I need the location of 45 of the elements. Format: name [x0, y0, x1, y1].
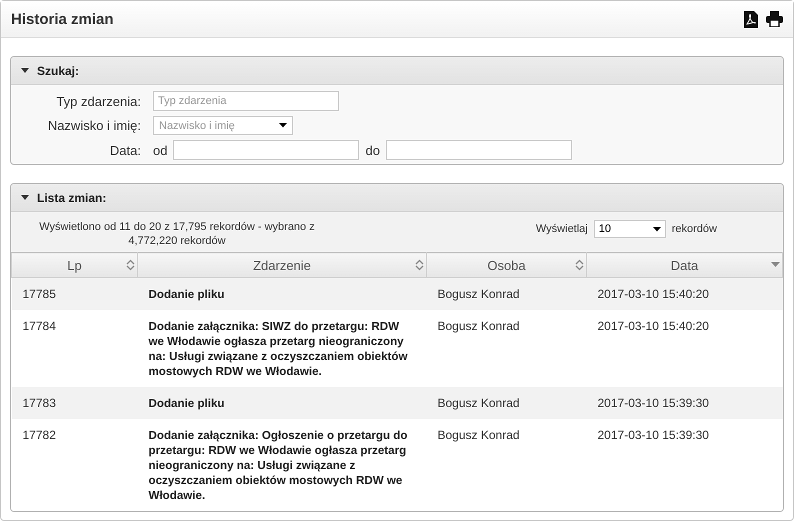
table-cell: 2017-03-10 15:39:30 — [586, 387, 782, 419]
date-from-field[interactable] — [173, 140, 360, 160]
column-header[interactable]: Osoba — [426, 252, 586, 278]
sort-icon[interactable] — [575, 259, 584, 271]
pdf-icon[interactable] — [744, 10, 758, 28]
page-size-dropdown[interactable]: 10 — [594, 220, 666, 238]
collapse-triangle-icon[interactable] — [21, 194, 29, 200]
panel-title: Lista zmian: — [37, 190, 106, 204]
caret-icon — [652, 226, 661, 232]
table-cell: Bogusz Konrad — [426, 278, 586, 310]
sort-icon[interactable] — [126, 259, 135, 271]
from-label: od — [153, 142, 168, 158]
window-title: Historia zmian — [11, 10, 114, 28]
page-size-label: Wyświetlaj — [536, 223, 588, 235]
table-cell: Bogusz Konrad — [426, 419, 586, 511]
table-cell: Dodanie pliku — [138, 278, 426, 310]
to-label: do — [365, 142, 380, 158]
table-cell: Dodanie załącznika: Ogłoszenie o przetargu do przetargu: RDW we Włodawie ogłasza przetarg nieograniczony na: Usługi związane z oczyszczaniem obiektów mostowych RDW we Włodawie. — [138, 419, 426, 511]
table-cell: Bogusz Konrad — [426, 310, 586, 387]
print-icon[interactable] — [766, 11, 783, 27]
table-cell: 2017-03-10 15:39:30 — [586, 419, 782, 511]
records-info: Wyświetlono od 11 do 20 z 17,795 rekordów - wybrano z 4,772,220 rekordów — [38, 220, 316, 248]
sort-descending-icon[interactable] — [771, 262, 780, 268]
table-cell: Dodanie pliku — [138, 387, 426, 419]
table-cell: 17783 — [12, 387, 138, 419]
page-size-suffix: rekordów — [672, 223, 717, 235]
table-cell: Bogusz Konrad — [426, 387, 586, 419]
table-cell: 17782 — [12, 419, 138, 511]
field-label: Data: — [108, 142, 141, 158]
panel-title: Szukaj: — [37, 64, 80, 78]
table-cell: Dodanie załącznika: SIWZ do przetargu: RDW we Włodawie ogłasza przetarg nieograniczony na: Usługi związane z oczyszczaniem obiektów mostowych RDW we Włodawie. — [138, 310, 426, 387]
text-field[interactable]: Typ zdarzenia — [153, 91, 339, 111]
field-label: Typ zdarzenia: — [55, 94, 141, 108]
table-cell: 2017-03-10 15:40:20 — [586, 278, 782, 310]
table-cell: 17785 — [12, 278, 138, 310]
table-cell: 2017-03-10 15:40:20 — [586, 310, 782, 387]
column-header[interactable]: Lp — [12, 252, 138, 278]
column-header[interactable]: Data — [586, 252, 782, 278]
column-header[interactable]: Zdarzenie — [138, 252, 426, 278]
collapse-triangle-icon[interactable] — [21, 68, 29, 74]
sort-icon[interactable] — [415, 259, 424, 271]
caret-icon — [279, 123, 287, 128]
field-label: Nazwisko i imię: — [46, 118, 141, 133]
table-cell: 17784 — [12, 310, 138, 387]
date-to-field[interactable] — [386, 140, 572, 160]
